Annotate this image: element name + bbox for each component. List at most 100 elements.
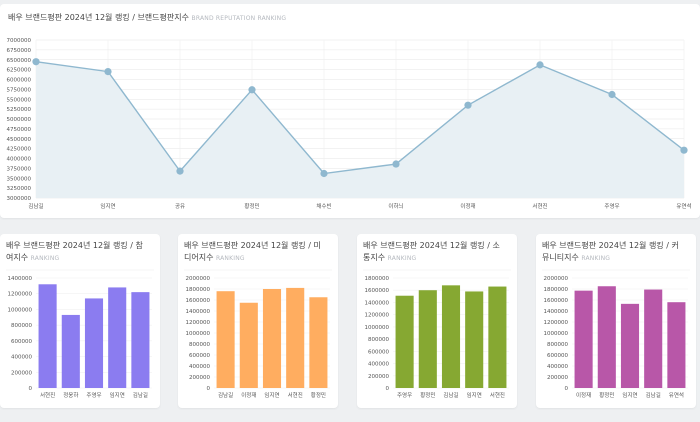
main-chart-card: 배우 브랜드평판 2024년 12월 랭킹 / 브랜드평판지수 BRAND RE… (0, 4, 700, 218)
y-tick-label: 5250000 (7, 107, 32, 113)
x-tick-label: 김남길 (218, 391, 233, 399)
y-tick-label: 1800000 (544, 287, 569, 293)
y-tick-label: 6500000 (7, 58, 32, 64)
x-tick-label: 임지연 (264, 391, 279, 399)
y-tick-label: 400000 (368, 362, 389, 368)
x-tick-label: 김남길 (133, 391, 148, 399)
data-point (320, 169, 328, 178)
media-chart-card: 배우 브랜드평판 2024년 12월 랭킹 / 미 디어지수 RANKING 0… (178, 234, 338, 408)
bar (465, 291, 484, 388)
bar (488, 286, 507, 388)
y-tick-label: 200000 (547, 375, 568, 381)
data-point (392, 160, 400, 168)
y-tick-label: 1600000 (365, 288, 390, 294)
community-bar-chart: 0 200000 400000 600000 800000 1000000 1200000 1… (542, 269, 690, 399)
media-bar-chart: 0 200000 400000 600000 800000 1000000 1200000 1… (184, 269, 332, 399)
bar (620, 303, 640, 388)
y-tick-label: 1800000 (365, 276, 390, 282)
bar (418, 290, 437, 388)
y-tick-label: 1400000 (544, 309, 569, 315)
x-tick-label: 서현진 (490, 391, 505, 399)
y-tick-label: 600000 (368, 349, 389, 355)
y-tick-label: 4000000 (7, 157, 32, 163)
y-tick-label: 200000 (189, 375, 210, 381)
x-tick-label: 황정민 (420, 391, 435, 399)
data-point (248, 86, 256, 94)
bar (38, 284, 57, 388)
y-tick-label: 1800000 (186, 287, 211, 293)
bar (262, 289, 282, 388)
x-tick-label: 임지연 (622, 391, 637, 399)
x-tick-label: 주영우 (397, 391, 412, 399)
y-tick-label: 3000000 (7, 196, 32, 202)
participation-chart-card: 배우 브랜드평판 2024년 12월 랭킹 / 참 여지수 RANKING 02… (0, 234, 160, 408)
x-tick-label: 임지연 (110, 391, 125, 399)
y-tick-label: 2000000 (544, 276, 569, 282)
y-tick-label: 0 (565, 386, 569, 392)
bar (441, 285, 461, 388)
x-tick-label: 이하늬 (388, 202, 403, 210)
y-tick-label: 5000000 (7, 117, 32, 123)
x-tick-label: 공유 (175, 203, 185, 210)
y-tick-label: 800000 (547, 342, 568, 348)
y-tick-label: 0 (386, 386, 390, 392)
y-tick-label: 400000 (189, 364, 210, 370)
y-tick-label: 1400000 (186, 309, 211, 315)
y-tick-label: 6250000 (7, 68, 32, 74)
bar (597, 286, 616, 388)
x-tick-label: 김남길 (28, 202, 43, 210)
community-chart-card: 배우 브랜드평판 2024년 12월 랭킹 / 커 뮤니티지수 RANKING … (536, 234, 696, 408)
x-tick-label: 황정민 (244, 202, 259, 210)
x-tick-label: 김남길 (646, 391, 661, 399)
bar (286, 287, 305, 388)
y-tick-label: 200000 (11, 370, 32, 376)
x-tick-label: 유연석 (669, 391, 684, 399)
x-tick-label: 서현진 (532, 202, 547, 210)
bar (574, 290, 593, 388)
y-tick-label: 1200000 (8, 292, 33, 298)
communication-bar-chart: 0 200000 400000 600000 800000 1000000 1200000 1… (363, 269, 511, 399)
bar (108, 287, 127, 388)
y-tick-label: 3750000 (7, 166, 32, 172)
data-point (536, 61, 544, 69)
bar (309, 297, 328, 388)
x-tick-label: 채수빈 (316, 202, 331, 210)
y-tick-label: 7000000 (7, 38, 32, 44)
x-tick-label: 유연석 (676, 202, 691, 210)
y-tick-label: 1000000 (544, 331, 569, 337)
x-tick-label: 임지연 (100, 202, 115, 210)
x-tick-label: 임지연 (467, 391, 482, 399)
y-tick-label: 3250000 (7, 186, 32, 192)
communication-chart-card: 배우 브랜드평판 2024년 12월 랭킹 / 소 통지수 RANKING 02… (357, 234, 517, 408)
bar (667, 302, 686, 388)
y-tick-label: 1200000 (365, 313, 390, 319)
y-tick-label: 1000000 (8, 307, 33, 313)
bar (61, 314, 80, 388)
x-tick-label: 주영우 (86, 391, 101, 399)
bar (395, 295, 414, 388)
data-point (176, 167, 184, 175)
y-tick-label: 2000000 (186, 276, 211, 282)
y-tick-label: 1000000 (186, 331, 211, 337)
x-tick-label: 서현진 (40, 391, 55, 399)
y-tick-label: 6000000 (7, 78, 32, 84)
y-tick-label: 5500000 (7, 97, 32, 103)
data-point (680, 146, 688, 154)
y-tick-label: 400000 (547, 364, 568, 370)
data-point (32, 58, 40, 66)
main-area-chart: 3000000 3250000 3500000 3750000 4000000 42500… (7, 38, 692, 210)
y-tick-label: 1000000 (365, 325, 390, 331)
y-tick-label: 1200000 (186, 320, 211, 326)
y-tick-label: 800000 (11, 323, 32, 329)
y-tick-label: 5750000 (7, 87, 32, 93)
x-tick-label: 황정민 (599, 391, 614, 399)
data-point (608, 90, 616, 99)
y-tick-label: 6750000 (7, 48, 32, 54)
y-tick-label: 400000 (11, 355, 32, 361)
y-tick-label: 1400000 (365, 300, 390, 306)
y-tick-label: 1600000 (544, 298, 569, 304)
x-tick-label: 정웅하 (63, 391, 78, 399)
y-tick-label: 1400000 (8, 276, 33, 282)
data-point (464, 101, 472, 109)
x-tick-label: 이정재 (241, 391, 256, 399)
